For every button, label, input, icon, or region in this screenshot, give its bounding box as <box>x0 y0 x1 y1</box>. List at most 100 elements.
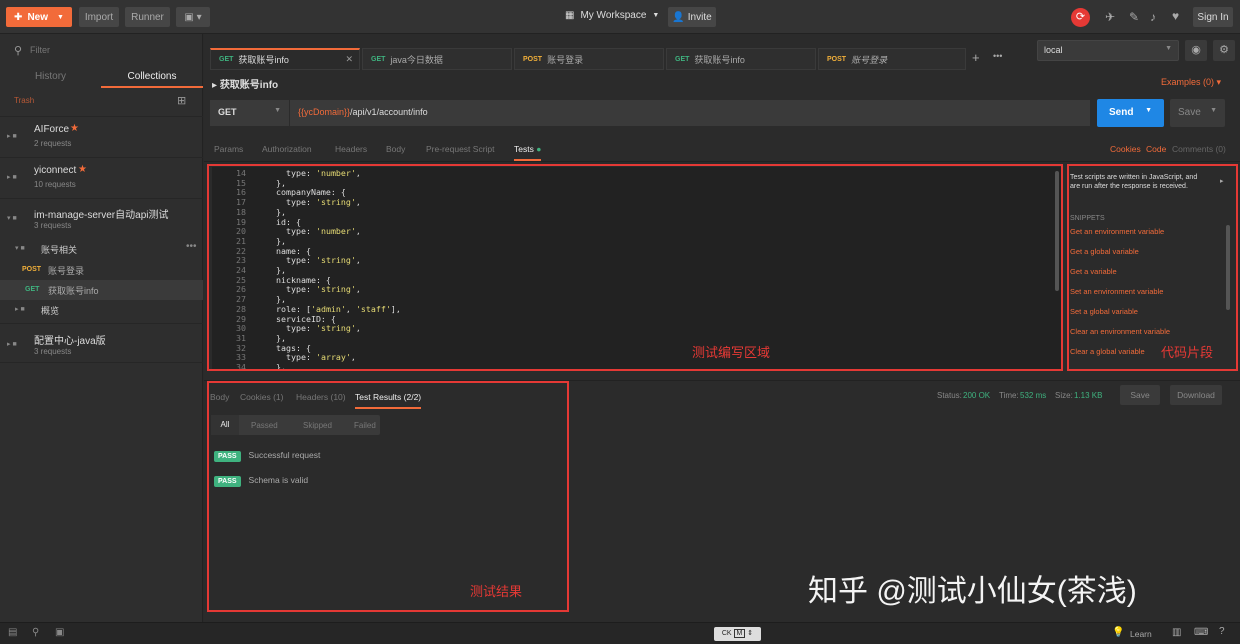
workspace-selector[interactable]: ▦ My Workspace ▼ <box>565 10 659 21</box>
tab-body[interactable]: Body <box>386 144 405 154</box>
learn-link[interactable]: Learn <box>1130 629 1152 639</box>
tab-headers[interactable]: Headers <box>335 144 367 154</box>
collection-name: 配置中心-java版 <box>34 336 106 347</box>
collection-name: yiconnect <box>34 165 77 176</box>
trash-link[interactable]: Trash <box>14 96 34 105</box>
request-count: 3 requests <box>34 221 72 230</box>
import-button[interactable]: Import <box>79 7 119 27</box>
request-item-selected[interactable]: GET 获取账号info <box>0 280 203 300</box>
response-save-button[interactable]: Save <box>1120 385 1160 405</box>
dot-icon: ● <box>536 144 542 154</box>
wrench-icon[interactable]: ✎ <box>1129 10 1139 24</box>
tab-request[interactable]: GET 获取账号info ✕ <box>210 48 360 70</box>
tab-tests[interactable]: Tests ● <box>514 144 542 161</box>
tab-request[interactable]: GET 获取账号info <box>666 48 816 70</box>
keyboard-icon[interactable]: ⌨ <box>1194 627 1208 638</box>
time-value: 532 ms <box>1020 391 1047 400</box>
save-button[interactable]: Save ▼ <box>1170 99 1225 127</box>
status-label: Status: <box>937 391 962 400</box>
time-label: Time: <box>999 391 1019 400</box>
new-button[interactable]: ✚ New ▼ <box>6 7 72 27</box>
filter-input[interactable] <box>30 43 190 57</box>
bulb-icon: 💡 <box>1112 627 1125 638</box>
tab-collections[interactable]: Collections <box>101 66 203 88</box>
search-icon[interactable]: ⚲ <box>32 627 39 638</box>
help-icon[interactable]: ? <box>1219 626 1225 637</box>
chevron-down-icon: ▼ <box>1145 107 1152 114</box>
results-annotation-label: 测试结果 <box>470 584 523 599</box>
star-icon[interactable]: ★ <box>78 164 87 175</box>
chevron-down-icon: ▼ <box>652 12 660 19</box>
folder-icon: ▾ ■ <box>15 245 25 252</box>
bell-icon[interactable]: ♪ <box>1150 10 1156 24</box>
user-icon: 👤 <box>672 11 685 23</box>
request-item[interactable]: POST 账号登录 <box>0 260 203 280</box>
top-bar: ✚ New ▼ Import Runner ▣ ▾ ▦ My Workspace ▼ 👤… <box>0 0 1240 34</box>
cookies-link[interactable]: Cookies <box>1110 144 1141 154</box>
sync-icon[interactable]: ⟳ <box>1071 8 1090 27</box>
tab-request[interactable]: POST 账号登录 <box>818 48 966 70</box>
more-icon[interactable]: ••• <box>186 241 197 252</box>
tab-request[interactable]: POST 账号登录 <box>514 48 664 70</box>
folder-icon: ▸ ■ <box>7 174 17 181</box>
comments-link[interactable]: Comments (0) <box>1172 144 1226 154</box>
tab-request[interactable]: GET java今日数据 <box>362 48 512 70</box>
folder-icon: ▸ ■ <box>7 341 17 348</box>
add-tab-icon[interactable]: + <box>972 50 980 65</box>
snippets-annotation-box <box>1067 164 1238 371</box>
more-icon[interactable]: ••• <box>993 51 1002 61</box>
sign-in-button[interactable]: Sign In <box>1193 7 1233 27</box>
examples-link[interactable]: Examples (0) ▾ <box>1161 77 1221 88</box>
request-count: 2 requests <box>34 139 72 148</box>
satellite-icon[interactable]: ✈ <box>1105 10 1115 24</box>
chevron-down-icon: ▼ <box>57 13 64 21</box>
environment-select[interactable]: local ▼ <box>1037 40 1179 61</box>
request-subtabs: Params Authorization Headers Body Pre-re… <box>204 134 1240 162</box>
collection-item[interactable]: ▸ ■ AIForce ★ 2 requests <box>0 116 203 154</box>
folder-open-icon: ▾ ■ <box>7 215 17 222</box>
request-title[interactable]: ▸ 获取账号info <box>212 76 278 91</box>
runner-button[interactable]: Runner <box>125 7 170 27</box>
ime-indicator[interactable]: CK M ⇕ <box>714 627 761 641</box>
close-icon[interactable]: ✕ <box>345 54 353 65</box>
new-collection-icon[interactable]: ⊞ <box>177 94 186 107</box>
gear-icon[interactable]: ⚙ <box>1213 40 1235 61</box>
collection-item[interactable]: ▾ ■ im-manage-server自动api测试 3 requests <box>0 198 203 236</box>
layout-icon[interactable]: ▥ <box>1172 627 1181 638</box>
invite-button[interactable]: 👤 Invite <box>668 7 716 27</box>
collection-item[interactable]: ▸ ■ 配置中心-java版 3 requests <box>0 323 203 363</box>
folder-item[interactable]: ▾ ■ 账号相关 ••• <box>0 239 203 259</box>
window-icon: ▣ ▾ <box>184 11 202 23</box>
chevron-down-icon: ▼ <box>1210 107 1217 114</box>
request-count: 10 requests <box>34 180 76 189</box>
size-value: 1.13 KB <box>1074 391 1103 400</box>
tab-params[interactable]: Params <box>214 144 243 154</box>
status-bar: ▤ ⚲ ▣ CK M ⇕ 💡 Learn ▥ ⌨ ? <box>0 622 1240 644</box>
sidebar-toggle-icon[interactable]: ▤ <box>8 627 17 638</box>
url-input[interactable]: {{ycDomain}}/api/v1/account/info <box>290 100 1090 126</box>
results-annotation-box <box>207 381 569 612</box>
editor-annotation-box <box>207 164 1063 371</box>
size-label: Size: <box>1055 391 1073 400</box>
collection-name: AIForce <box>34 124 70 135</box>
send-button[interactable]: Send ▼ <box>1097 99 1164 127</box>
eye-icon[interactable]: ◉ <box>1185 40 1207 61</box>
tab-history[interactable]: History <box>0 66 101 88</box>
download-button[interactable]: Download <box>1170 385 1222 405</box>
code-link[interactable]: Code <box>1146 144 1166 154</box>
console-icon[interactable]: ▣ <box>55 627 64 638</box>
editor-annotation-label: 测试编写区域 <box>692 345 771 360</box>
tab-pre-request-script[interactable]: Pre-request Script <box>426 144 495 154</box>
new-window-button[interactable]: ▣ ▾ <box>176 7 210 27</box>
heart-icon[interactable]: ♥ <box>1172 9 1179 23</box>
chevron-down-icon: ▼ <box>1165 45 1172 52</box>
collection-item[interactable]: ▸ ■ yiconnect ★ 10 requests <box>0 157 203 195</box>
snippets-annotation-label: 代码片段 <box>1161 345 1214 360</box>
folder-item[interactable]: ▸ ■ 概览 <box>0 300 203 320</box>
folder-icon: ▸ ■ <box>7 133 17 140</box>
tab-authorization[interactable]: Authorization <box>262 144 312 154</box>
chevron-down-icon: ▼ <box>274 107 281 114</box>
star-icon[interactable]: ★ <box>70 123 79 134</box>
method-select[interactable]: GET ▼ <box>210 100 290 126</box>
status-value: 200 OK <box>963 391 991 400</box>
